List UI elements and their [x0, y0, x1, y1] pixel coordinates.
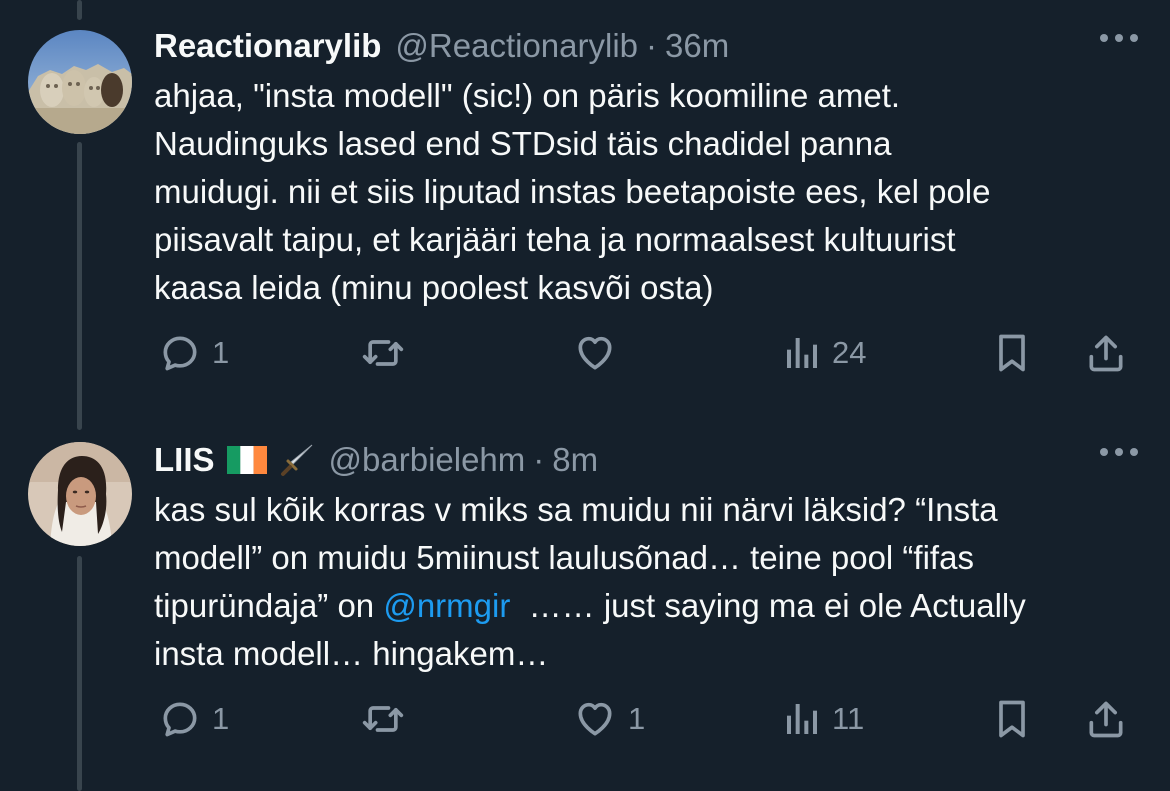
more-dots-icon[interactable]	[1100, 448, 1138, 456]
heart-icon	[578, 702, 612, 736]
views-button[interactable]: 24	[782, 328, 866, 378]
retweet-button[interactable]	[360, 328, 406, 378]
timestamp[interactable]: 8m	[552, 441, 598, 479]
display-name[interactable]: LIIS	[154, 441, 215, 479]
tweet-text-line: insta modell… hingakem…	[154, 635, 549, 672]
reply-button[interactable]: 1	[158, 328, 229, 378]
heart-icon	[578, 336, 612, 370]
tweet-text: kas sul kõik korras v miks sa muidu nii …	[154, 486, 1140, 678]
view-count: 24	[832, 335, 867, 370]
reply-bubble-icon	[163, 702, 197, 737]
tweet-text-segment: tipuründaja” on	[154, 587, 384, 624]
share-button[interactable]	[1084, 328, 1128, 378]
ireland-flag-icon	[226, 446, 267, 474]
tweet-text-line: Naudinguks lased end STDsid täis chadide…	[154, 125, 892, 162]
tweet-header: LIIS @barbielehm · 8m	[154, 440, 1140, 480]
retweet-button[interactable]	[360, 694, 406, 744]
reply-button[interactable]: 1	[158, 694, 229, 744]
share-upload-icon	[1089, 701, 1123, 738]
tweet-text-line: kaasa leida (minu poolest kasvõi osta)	[154, 269, 714, 306]
thread-line-top	[77, 0, 82, 20]
display-name[interactable]: Reactionarylib	[154, 27, 381, 65]
like-button[interactable]: 1	[572, 694, 645, 744]
bar-chart-icon	[787, 338, 817, 368]
reply-bubble-icon	[163, 336, 197, 371]
tweet-text: ahjaa, "insta modell" (sic!) on päris ko…	[154, 72, 1140, 312]
dagger-icon	[279, 442, 315, 478]
user-handle[interactable]: @barbielehm	[329, 441, 526, 479]
retweet-arrows-icon	[362, 706, 404, 732]
bookmark-icon	[999, 700, 1025, 738]
bookmark-button[interactable]	[990, 694, 1034, 744]
tweet-text-line: piisavalt taipu, et karjääri teha ja nor…	[154, 221, 956, 258]
bookmark-button[interactable]	[990, 328, 1034, 378]
separator-dot: ·	[533, 441, 545, 478]
timestamp[interactable]: 36m	[665, 27, 729, 65]
reply-count: 1	[212, 335, 230, 370]
tweet-text-line: kas sul kõik korras v miks sa muidu nii …	[154, 491, 998, 528]
tweet-text-line: modell” on muidu 5miinust laulusõnad… te…	[154, 539, 974, 576]
share-upload-icon	[1089, 335, 1123, 372]
bookmark-icon	[999, 334, 1025, 372]
tweet-header: Reactionarylib @Reactionarylib · 36m	[154, 26, 1140, 66]
views-button[interactable]: 11	[782, 694, 864, 744]
tweet-actions: 1 24	[154, 328, 1144, 378]
separator-dot: ·	[646, 27, 658, 64]
mention-link[interactable]: @nrmgir	[383, 587, 510, 624]
retweet-arrows-icon	[362, 340, 404, 366]
avatar[interactable]	[28, 30, 132, 134]
tweet-text-line: muidugi. nii et siis liputad instas beet…	[154, 173, 991, 210]
user-handle[interactable]: @Reactionarylib	[395, 27, 638, 65]
bar-chart-icon	[787, 704, 817, 734]
tweet-text-line: ahjaa, "insta modell" (sic!) on päris ko…	[154, 77, 901, 114]
tweet-text-segment: …… just saying ma ei ole Actually	[510, 587, 1026, 624]
avatar[interactable]	[28, 442, 132, 546]
tweet-text-line: tipuründaja” on @nrmgir …… just saying m…	[154, 582, 1140, 630]
like-count: 1	[628, 701, 646, 736]
like-button[interactable]	[572, 328, 618, 378]
share-button[interactable]	[1084, 694, 1128, 744]
view-count: 11	[832, 701, 865, 736]
reply-count: 1	[212, 701, 230, 736]
more-dots-icon[interactable]	[1100, 34, 1138, 42]
tweet-actions: 1 1 11	[154, 694, 1144, 744]
